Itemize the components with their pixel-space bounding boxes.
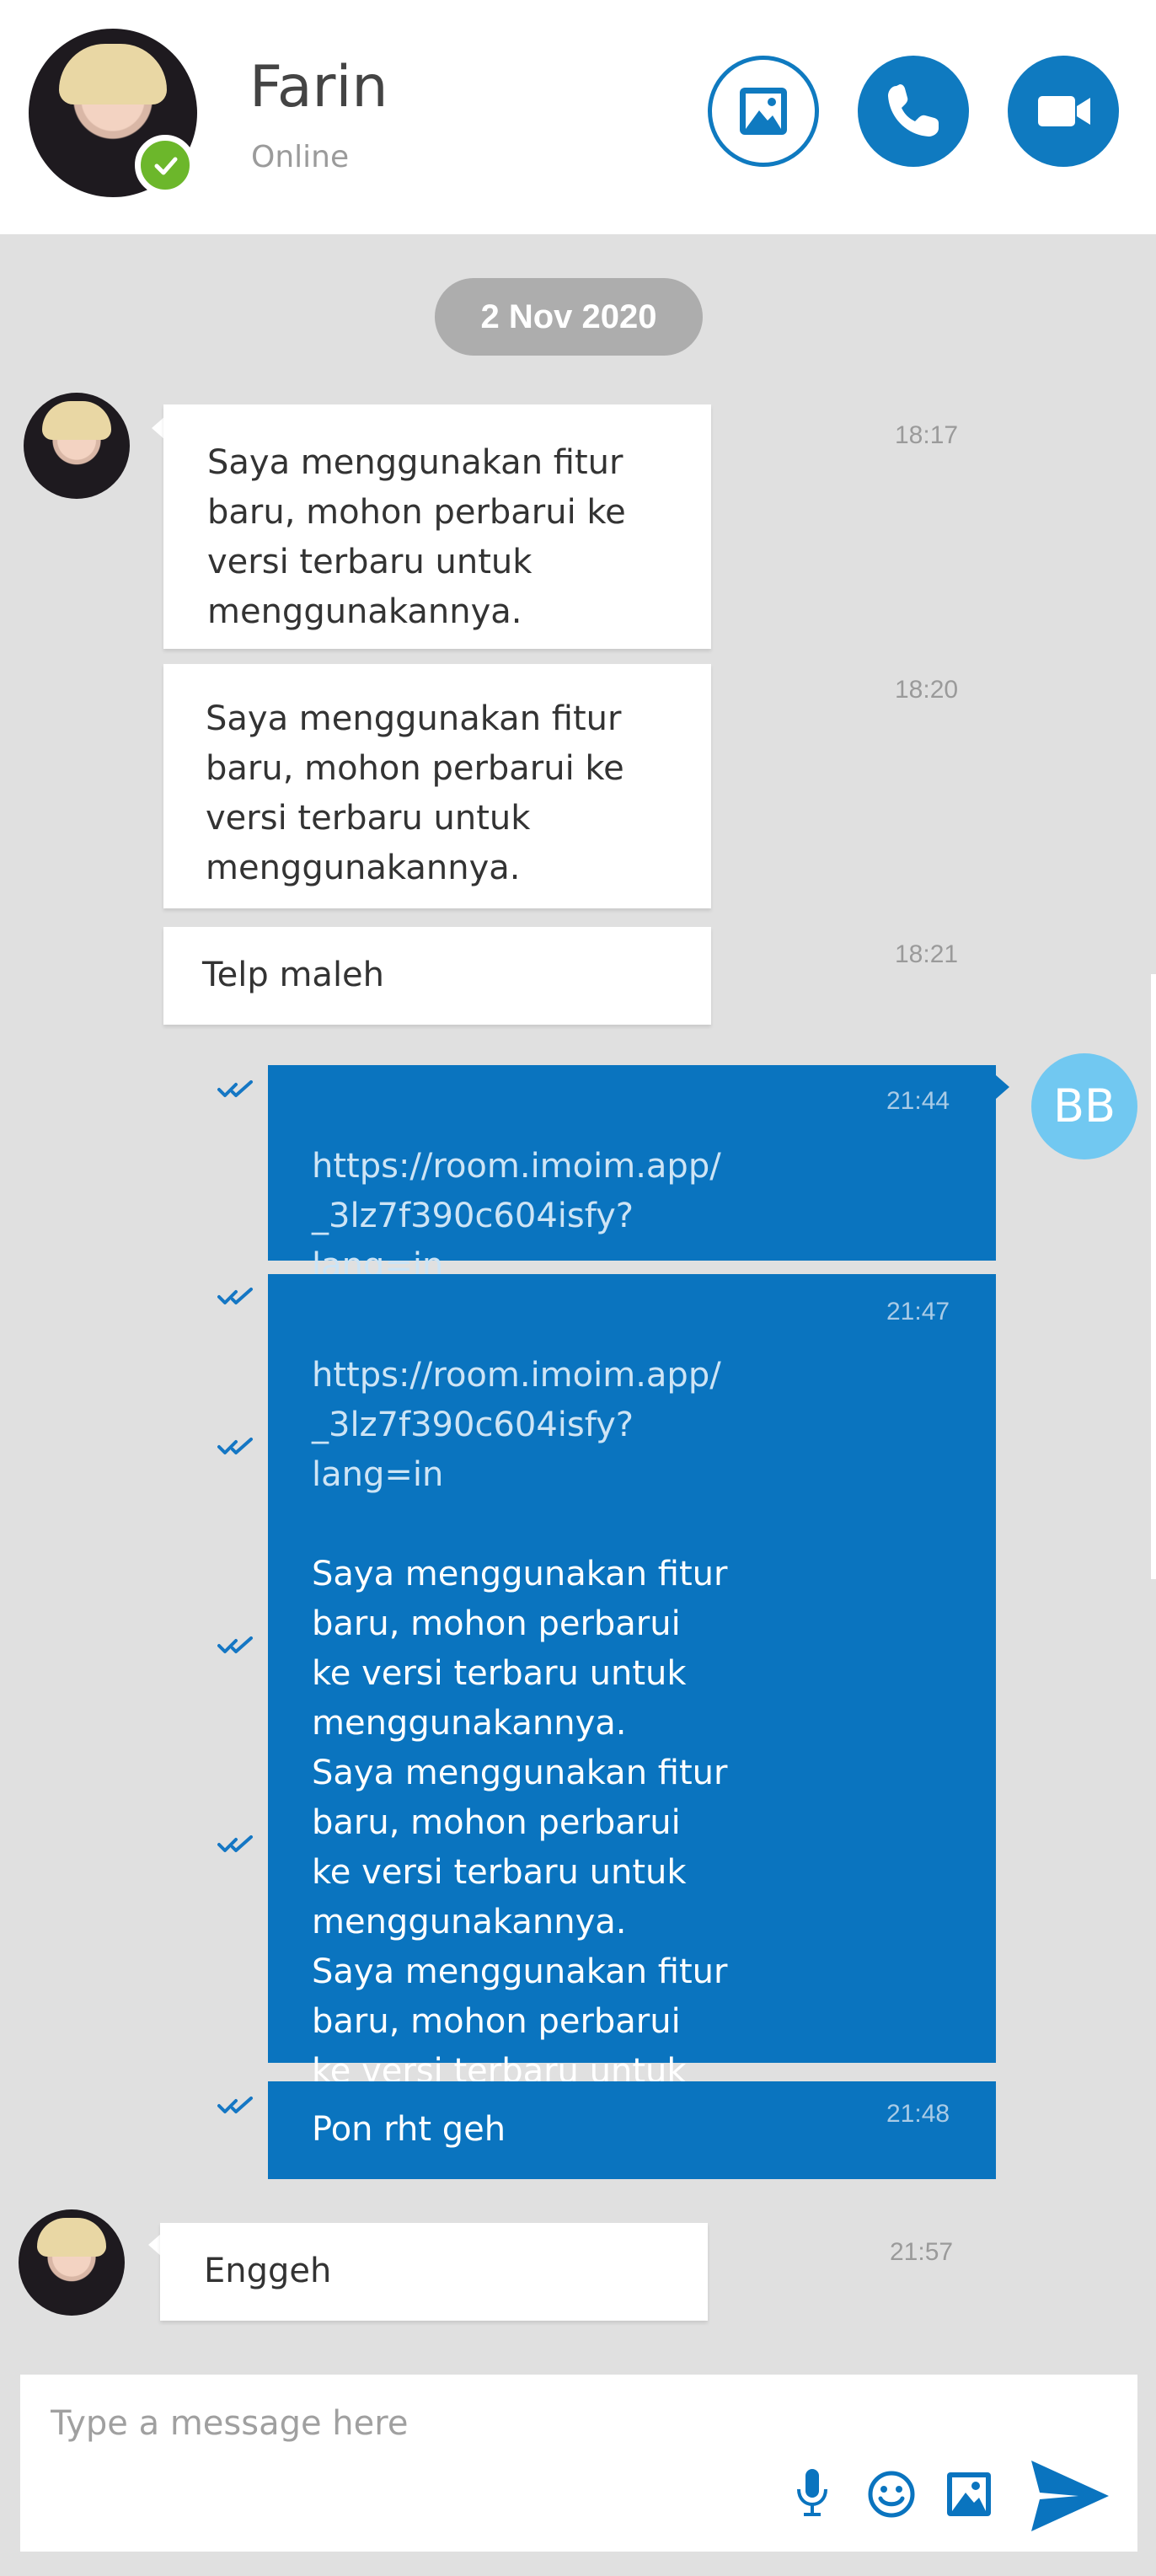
- message-time: 21:57: [890, 2238, 954, 2266]
- message-time: 21:47: [886, 1298, 950, 1325]
- read-receipt-icon: [217, 1288, 253, 1304]
- bubble-tail: [996, 1075, 1009, 1099]
- contact-avatar-small[interactable]: [24, 393, 130, 499]
- date-separator: 2 Nov 2020: [435, 278, 703, 356]
- message-time: 18:17: [895, 421, 959, 449]
- phone-icon: [888, 84, 939, 137]
- message-time: 18:21: [895, 940, 959, 968]
- avatar-hair: [42, 401, 111, 440]
- avatar-hair: [37, 2218, 106, 2257]
- incoming-message[interactable]: Enggeh: [160, 2223, 708, 2321]
- outgoing-message[interactable]: https://room.imoim.app/ _3lz7f390c604isf…: [268, 1274, 996, 2140]
- avatar-hair: [59, 44, 167, 104]
- read-receipt-icon: [217, 1438, 253, 1454]
- microphone-icon[interactable]: [794, 2466, 831, 2520]
- message-time: 21:44: [886, 1087, 950, 1115]
- message-composer: [20, 2375, 1137, 2552]
- contact-avatar-small[interactable]: [19, 2209, 125, 2316]
- incoming-message[interactable]: Saya menggunakan fitur baru, mohon perba…: [163, 404, 711, 649]
- contact-status: Online: [251, 140, 350, 174]
- outgoing-message[interactable]: Pon rht geh: [268, 2081, 996, 2179]
- scrollbar[interactable]: [1151, 974, 1156, 1579]
- self-avatar[interactable]: BB: [1031, 1053, 1137, 1159]
- send-icon[interactable]: [1028, 2456, 1112, 2536]
- image-icon[interactable]: [944, 2469, 994, 2520]
- message-text: Saya menggunakan fitur baru, mohon perba…: [312, 1555, 728, 2140]
- video-camera-icon: [1038, 96, 1090, 126]
- online-status-icon: [135, 135, 195, 195]
- message-time: 21:48: [886, 2100, 950, 2128]
- emoji-icon[interactable]: [866, 2469, 917, 2520]
- image-icon: [740, 88, 787, 135]
- send-image-button[interactable]: [708, 56, 819, 167]
- contact-name: Farin: [249, 54, 388, 120]
- chat-header: Farin Online: [0, 0, 1156, 234]
- message-link[interactable]: https://room.imoim.app/ _3lz7f390c604isf…: [312, 1147, 721, 1285]
- read-receipt-icon: [217, 2097, 253, 2113]
- message-link[interactable]: https://room.imoim.app/ _3lz7f390c604isf…: [312, 1356, 721, 1494]
- video-call-button[interactable]: [1008, 56, 1119, 167]
- message-time: 18:20: [895, 676, 959, 704]
- read-receipt-icon: [217, 1636, 253, 1653]
- message-input[interactable]: [51, 2398, 775, 2449]
- incoming-message[interactable]: Telp maleh: [163, 927, 711, 1025]
- incoming-message[interactable]: Saya menggunakan fitur baru, mohon perba…: [163, 664, 711, 908]
- read-receipt-icon: [217, 1080, 253, 1097]
- read-receipt-icon: [217, 1835, 253, 1852]
- voice-call-button[interactable]: [858, 56, 969, 167]
